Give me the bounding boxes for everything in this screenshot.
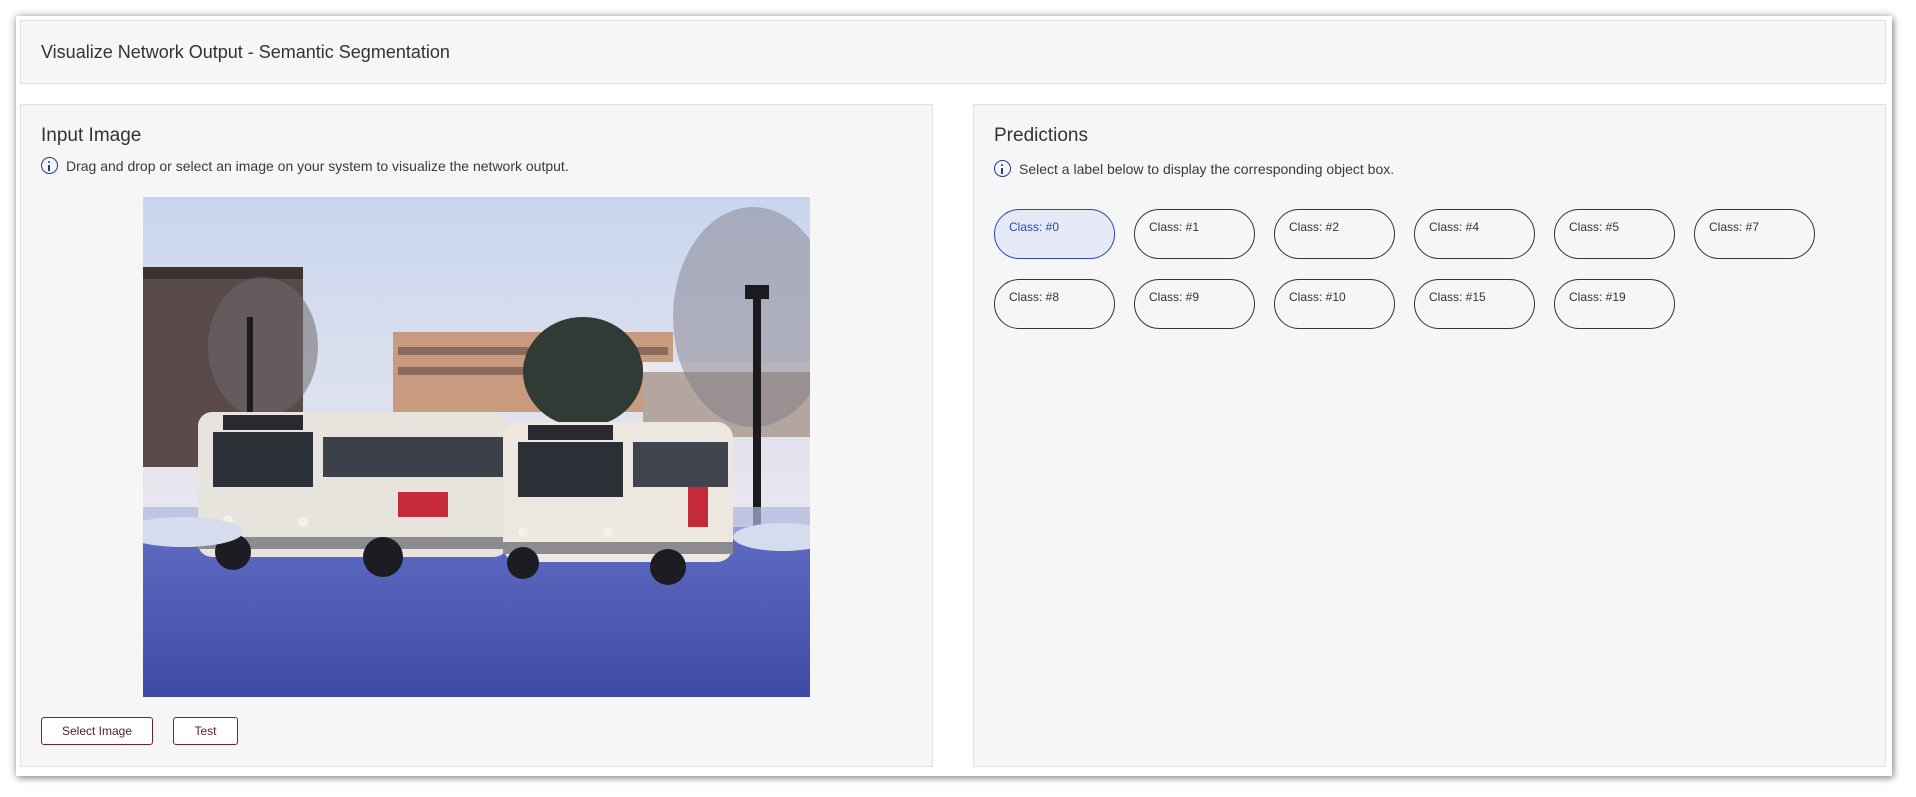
select-image-button[interactable]: Select Image	[41, 717, 153, 745]
class-chip-10[interactable]: Class: #10	[1274, 279, 1395, 329]
predictions-info-row: Select a label below to display the corr…	[994, 160, 1394, 177]
class-chip-2[interactable]: Class: #2	[1274, 209, 1395, 259]
input-image	[143, 197, 810, 697]
predictions-info-text: Select a label below to display the corr…	[1019, 160, 1395, 177]
class-chip-5[interactable]: Class: #5	[1554, 209, 1675, 259]
class-chip-9[interactable]: Class: #9	[1134, 279, 1255, 329]
class-chip-8[interactable]: Class: #8	[994, 279, 1115, 329]
app-header: Visualize Network Output - Semantic Segm…	[20, 20, 1886, 84]
input-info-text: Drag and drop or select an image on your…	[66, 157, 569, 174]
class-chip-0[interactable]: Class: #0	[994, 209, 1115, 259]
class-chip-7[interactable]: Class: #7	[1694, 209, 1815, 259]
predictions-panel-title: Predictions	[994, 125, 1088, 146]
info-icon	[994, 160, 1011, 177]
class-chip-4[interactable]: Class: #4	[1414, 209, 1535, 259]
input-info-row: Drag and drop or select an image on your…	[41, 157, 569, 174]
input-panel-title: Input Image	[41, 125, 142, 146]
class-chip-1[interactable]: Class: #1	[1134, 209, 1255, 259]
info-icon	[41, 157, 58, 174]
test-button[interactable]: Test	[173, 717, 238, 745]
class-chip-15[interactable]: Class: #15	[1414, 279, 1535, 329]
class-chip-19[interactable]: Class: #19	[1554, 279, 1675, 329]
predictions-panel: Predictions Select a label below to disp…	[973, 104, 1886, 767]
page-title: Visualize Network Output - Semantic Segm…	[41, 41, 450, 62]
input-image-panel: Input Image Drag and drop or select an i…	[20, 104, 933, 767]
input-image-dropzone[interactable]	[143, 197, 810, 697]
